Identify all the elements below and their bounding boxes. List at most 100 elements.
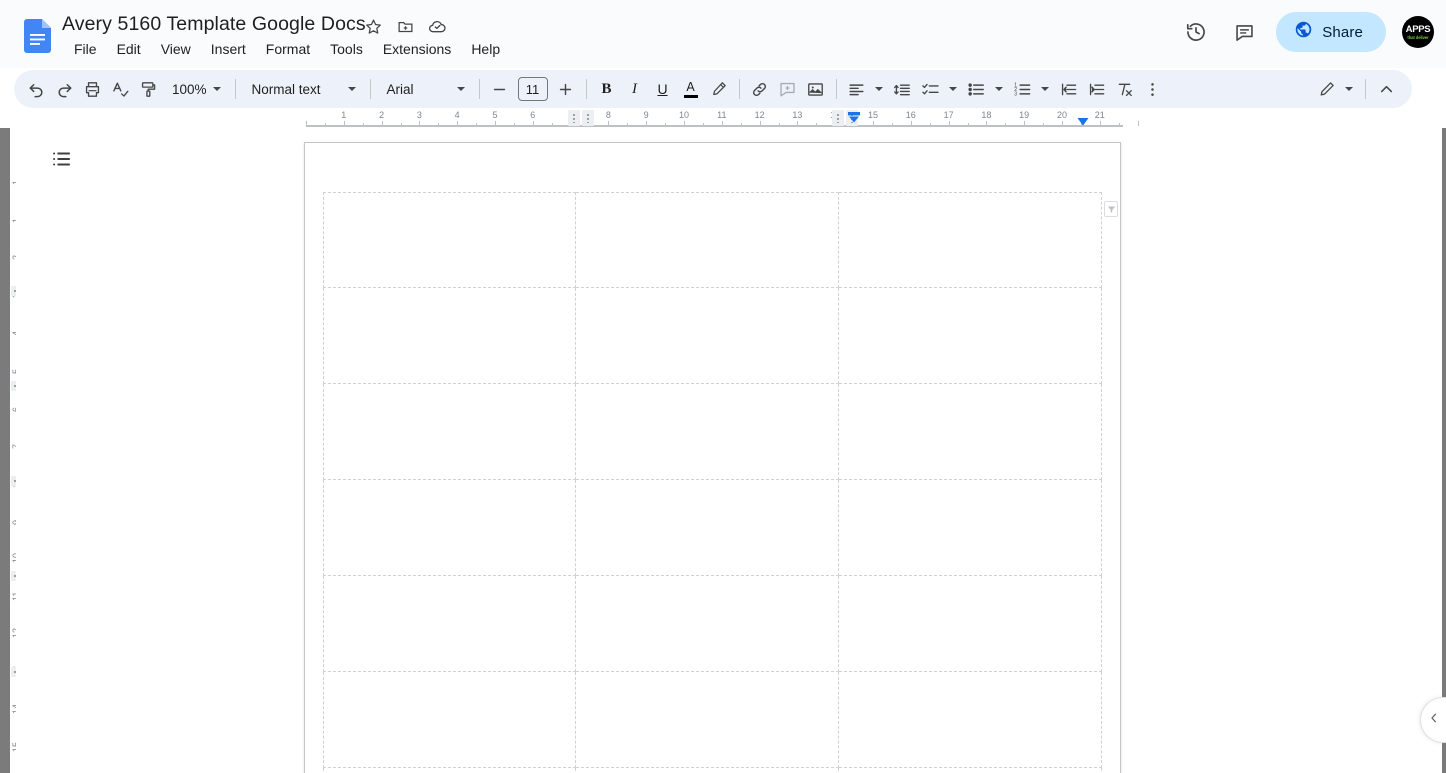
ruler-tick — [419, 121, 421, 126]
menu-help[interactable]: Help — [461, 38, 510, 60]
label-cell[interactable] — [576, 384, 839, 480]
menu-edit[interactable]: Edit — [107, 38, 151, 60]
toolbar-divider — [738, 79, 740, 99]
horizontal-ruler[interactable]: 123456789101112131415161718192021 — [0, 110, 1446, 128]
label-cell[interactable] — [323, 768, 576, 773]
ruler-tick-label: 5 — [492, 110, 498, 120]
label-table[interactable] — [323, 192, 1118, 773]
line-spacing-icon[interactable] — [889, 75, 917, 103]
clear-formatting-icon[interactable] — [1111, 75, 1139, 103]
version-history-icon[interactable] — [1176, 12, 1216, 52]
docs-file-icon[interactable] — [24, 19, 51, 53]
label-cell[interactable] — [839, 288, 1102, 384]
label-cell[interactable] — [839, 576, 1102, 672]
text-color-button[interactable]: A — [677, 75, 705, 103]
redo-icon[interactable] — [50, 75, 78, 103]
underline-glyph: U — [657, 81, 668, 97]
label-cell[interactable] — [323, 288, 576, 384]
label-cell[interactable] — [323, 192, 576, 288]
label-cell[interactable] — [576, 288, 839, 384]
ruler-tick — [665, 123, 667, 126]
table-column-boundary-3[interactable] — [832, 110, 844, 126]
paragraph-style-dropdown[interactable]: Normal text — [242, 75, 364, 103]
table-options-icon[interactable] — [1104, 201, 1118, 217]
label-cell[interactable] — [323, 384, 576, 480]
ruler-tick — [457, 121, 459, 126]
font-dropdown[interactable]: Arial — [377, 75, 473, 103]
ruler-tick-label: 4 — [454, 110, 460, 120]
checklist-dropdown[interactable] — [917, 75, 963, 103]
ruler-margin-bar — [306, 125, 1123, 127]
label-cell[interactable] — [576, 192, 839, 288]
label-cell[interactable] — [576, 480, 839, 576]
paint-format-icon[interactable] — [134, 75, 162, 103]
print-icon[interactable] — [78, 75, 106, 103]
right-indent-marker[interactable] — [1076, 114, 1090, 132]
table-column-boundary-1[interactable] — [568, 110, 580, 126]
page-title[interactable]: Avery 5160 Template Google Docs — [62, 11, 366, 37]
align-dropdown[interactable] — [843, 75, 889, 103]
menu-view[interactable]: View — [151, 38, 201, 60]
menu-insert[interactable]: Insert — [201, 38, 256, 60]
editing-mode-dropdown[interactable] — [1313, 75, 1359, 103]
ruler-tick-label: 2 — [379, 110, 385, 120]
chevron-down-icon — [212, 87, 221, 91]
label-cell[interactable] — [839, 384, 1102, 480]
label-cell[interactable] — [576, 576, 839, 672]
italic-button[interactable]: I — [621, 75, 649, 103]
decrease-font-size-icon[interactable] — [486, 75, 514, 103]
decrease-indent-icon[interactable] — [1055, 75, 1083, 103]
ruler-tick-label: 6 — [530, 110, 536, 120]
label-cell[interactable] — [323, 480, 576, 576]
bold-button[interactable]: B — [593, 75, 621, 103]
ruler-tick — [306, 121, 307, 126]
menu-tools[interactable]: Tools — [320, 38, 373, 60]
document-page[interactable] — [304, 142, 1121, 773]
highlighter-icon[interactable] — [705, 75, 733, 103]
star-icon[interactable] — [362, 15, 384, 37]
undo-icon[interactable] — [22, 75, 50, 103]
table-column-boundary-2[interactable] — [582, 110, 594, 126]
left-indent-marker[interactable] — [847, 111, 861, 130]
bulleted-list-icon — [963, 75, 991, 103]
share-button[interactable]: Share — [1276, 12, 1386, 52]
label-cell[interactable] — [839, 480, 1102, 576]
bulleted-list-dropdown[interactable] — [963, 75, 1009, 103]
label-cell[interactable] — [323, 672, 576, 768]
menu-file[interactable]: File — [64, 38, 107, 60]
ruler-tick — [797, 121, 799, 126]
avatar[interactable]: APPS that deliver — [1402, 16, 1434, 48]
chevron-up-icon[interactable] — [1372, 75, 1400, 103]
zoom-control[interactable]: 100% — [164, 75, 229, 103]
ruler-tick — [551, 123, 553, 126]
label-cell[interactable] — [839, 768, 1102, 773]
chevron-down-icon — [994, 87, 1003, 91]
menu-extensions[interactable]: Extensions — [373, 38, 461, 60]
toolbar-divider — [835, 79, 837, 99]
increase-indent-icon[interactable] — [1083, 75, 1111, 103]
link-icon[interactable] — [746, 75, 774, 103]
image-icon[interactable] — [802, 75, 830, 103]
label-cell[interactable] — [576, 768, 839, 773]
document-outline-icon[interactable] — [42, 139, 82, 179]
more-vertical-icon[interactable] — [1139, 75, 1167, 103]
title-action-icons — [362, 15, 448, 37]
add-comment-icon[interactable] — [774, 75, 802, 103]
increase-font-size-icon[interactable] — [552, 75, 580, 103]
ruler-tick — [400, 123, 402, 126]
label-cell[interactable] — [576, 672, 839, 768]
label-cell[interactable] — [839, 672, 1102, 768]
underline-button[interactable]: U — [649, 75, 677, 103]
ruler-tick — [721, 121, 723, 126]
label-cell[interactable] — [323, 576, 576, 672]
menu-format[interactable]: Format — [256, 38, 320, 60]
svg-text:3: 3 — [1014, 91, 1017, 97]
numbered-list-dropdown[interactable]: 1 2 3 — [1009, 75, 1055, 103]
font-size-input[interactable]: 11 — [517, 77, 548, 101]
spellcheck-icon[interactable] — [106, 75, 134, 103]
header-right-actions: Share APPS that deliver — [1176, 12, 1434, 52]
cloud-saved-icon[interactable] — [426, 15, 448, 37]
comment-icon[interactable] — [1224, 12, 1264, 52]
move-to-folder-icon[interactable] — [394, 15, 416, 37]
label-cell[interactable] — [839, 192, 1118, 288]
